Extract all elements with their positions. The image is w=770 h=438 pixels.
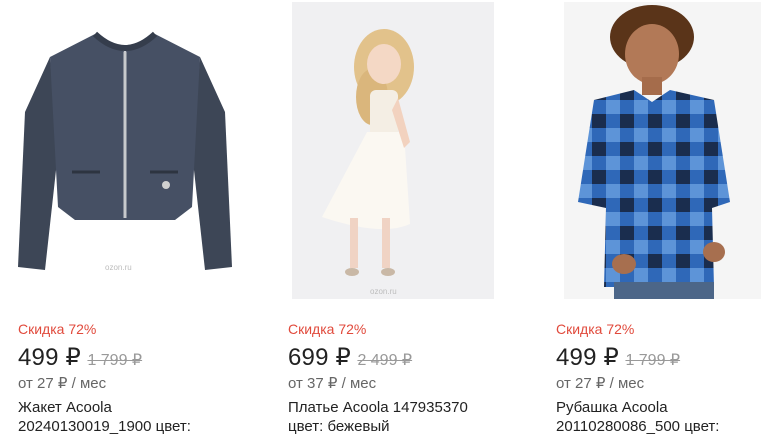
- old-price: 1 799 ₽: [625, 352, 681, 369]
- discount-label: Скидка 72%: [288, 321, 367, 337]
- product-card[interactable]: Скидка 72% 499 ₽ 1 799 ₽ от 27 ₽ / мес Р…: [548, 0, 770, 438]
- current-price: 499 ₽: [18, 344, 81, 371]
- jacket-illustration: ozon.ru: [18, 31, 232, 272]
- price-row: 499 ₽ 1 799 ₽: [18, 343, 142, 372]
- svg-text:ozon.ru: ozon.ru: [105, 263, 132, 272]
- product-card[interactable]: ozon.ru Скидка 72% 699 ₽ 2 499 ₽ от 37 ₽…: [280, 0, 520, 438]
- installment-price: от 27 ₽ / мес: [18, 375, 107, 392]
- discount-label: Скидка 72%: [556, 321, 635, 337]
- old-price: 1 799 ₽: [87, 352, 143, 369]
- old-price: 2 499 ₽: [357, 352, 413, 369]
- current-price: 699 ₽: [288, 344, 351, 371]
- installment-price: от 37 ₽ / мес: [288, 375, 377, 392]
- product-title-link[interactable]: Жакет Acoola 20240130019_1900 цвет:: [18, 398, 228, 436]
- price-row: 699 ₽ 2 499 ₽: [288, 343, 412, 372]
- product-title-link[interactable]: Рубашка Acoola 20110280086_500 цвет:: [556, 398, 766, 436]
- discount-label: Скидка 72%: [18, 321, 97, 337]
- svg-text:ozon.ru: ozon.ru: [370, 287, 397, 296]
- product-card[interactable]: ozon.ru Скидка 72% 499 ₽ 1 799 ₽ от 27 ₽…: [10, 0, 250, 438]
- product-image[interactable]: [564, 2, 761, 299]
- current-price: 499 ₽: [556, 344, 619, 371]
- product-title-link[interactable]: Платье Acoola 147935370 цвет: бежевый: [288, 398, 498, 436]
- product-image[interactable]: ozon.ru: [10, 2, 240, 299]
- shirt-illustration: [564, 2, 761, 299]
- installment-price: от 27 ₽ / мес: [556, 375, 645, 392]
- dress-illustration: ozon.ru: [292, 2, 494, 299]
- product-image[interactable]: ozon.ru: [292, 2, 494, 299]
- price-row: 499 ₽ 1 799 ₽: [556, 343, 680, 372]
